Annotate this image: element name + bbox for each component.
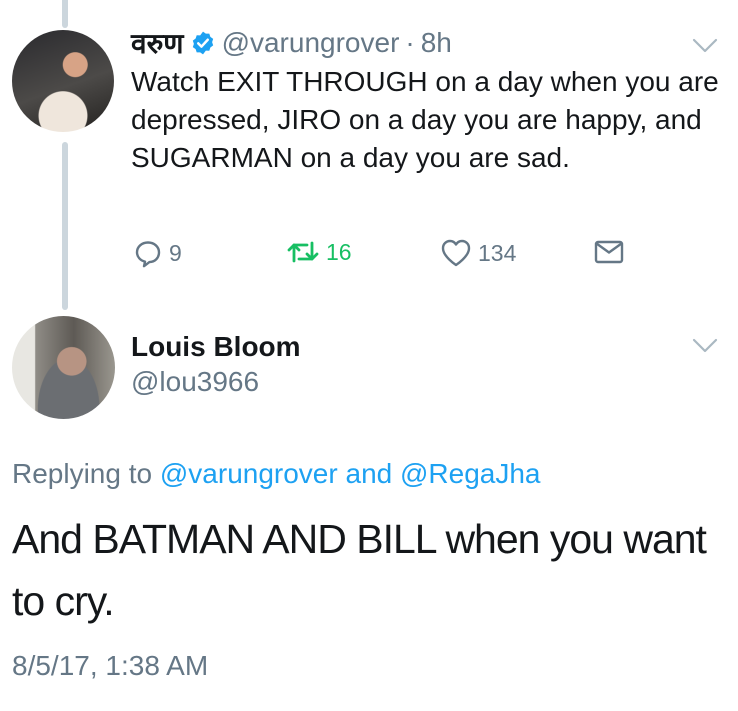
replying-and[interactable]: and (346, 458, 393, 489)
direct-message-button[interactable] (594, 238, 624, 266)
timestamp[interactable]: 8/5/17, 1:38 AM (12, 650, 208, 682)
mention-link[interactable]: @RegaJha (400, 458, 541, 489)
like-heart-icon (440, 238, 472, 268)
chevron-down-icon[interactable] (692, 338, 718, 354)
chevron-down-icon[interactable] (692, 38, 718, 54)
replying-to: Replying to @varungrover and @RegaJha (12, 458, 541, 490)
mention-link[interactable]: @varungrover (160, 458, 338, 489)
tweet-actions: 9 16 134 (0, 238, 738, 274)
tweet-header: वरुण @varungrover · 8h (131, 26, 452, 60)
verified-badge-icon (190, 30, 216, 56)
reply-avatar[interactable] (12, 316, 115, 419)
tweet-time[interactable]: 8h (421, 27, 452, 59)
avatar[interactable] (12, 30, 114, 132)
tweet-text: Watch EXIT THROUGH on a day when you are… (131, 66, 719, 173)
retweet-button[interactable]: 16 (286, 238, 352, 266)
reply-text: And BATMAN AND BILL when you want to cry… (12, 516, 707, 624)
like-button[interactable]: 134 (440, 238, 516, 268)
direct-message-icon (594, 238, 624, 266)
author-name[interactable]: वरुण (131, 24, 184, 62)
separator: · (405, 27, 415, 58)
author-handle[interactable]: @varungrover (222, 27, 400, 59)
reply-count: 9 (169, 239, 182, 266)
retweet-icon (286, 238, 320, 266)
thread-line (62, 142, 68, 310)
reply-icon (133, 238, 163, 268)
reply-author-handle[interactable]: @lou3966 (131, 366, 259, 398)
retweet-count: 16 (326, 238, 352, 265)
thread-line-top (62, 0, 68, 28)
like-count: 134 (478, 239, 517, 266)
reply-author-name[interactable]: Louis Bloom (131, 331, 301, 363)
reply-button[interactable]: 9 (133, 238, 182, 268)
replying-prefix: Replying to (12, 458, 153, 489)
